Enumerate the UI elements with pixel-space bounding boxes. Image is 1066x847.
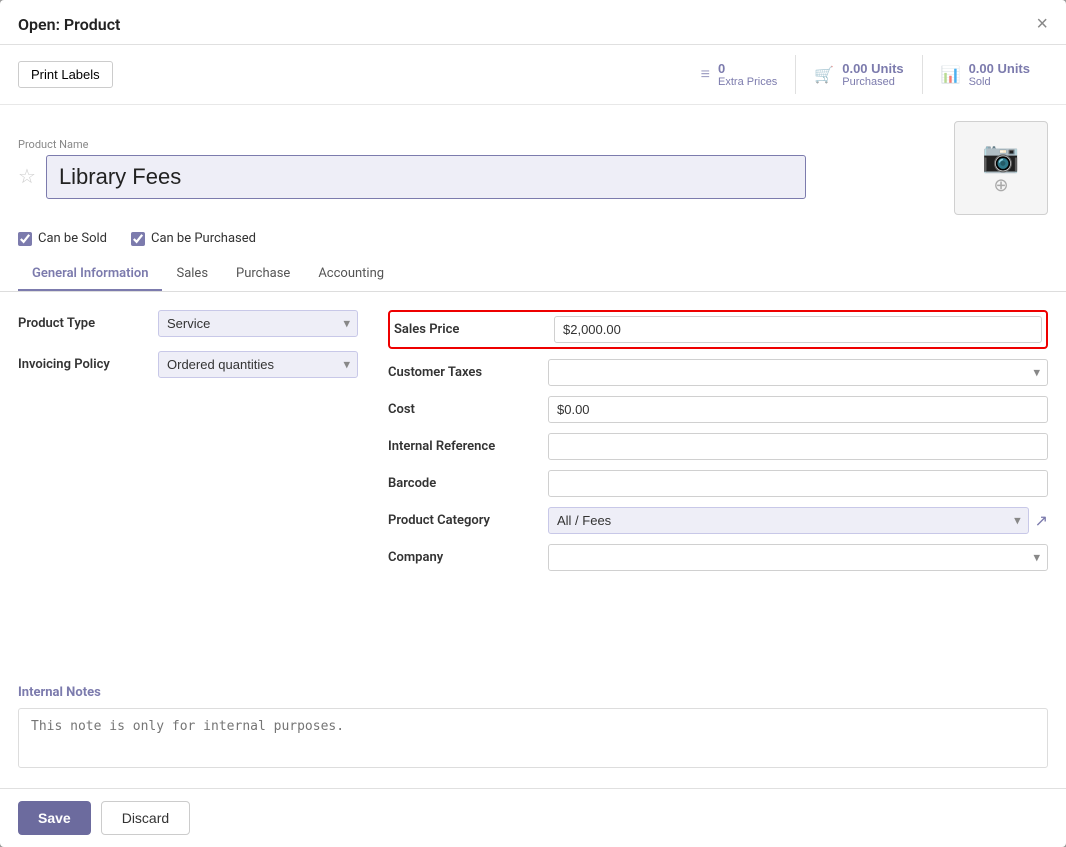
tab-sales[interactable]: Sales xyxy=(162,258,222,291)
add-photo-icon: ⊕ xyxy=(993,175,1008,196)
product-category-external-link[interactable]: ↗ xyxy=(1035,511,1048,530)
product-name-label: Product Name xyxy=(18,138,818,151)
can-be-sold-label: Can be Sold xyxy=(38,231,107,246)
modal-title: Open: Product xyxy=(18,15,120,34)
product-type-label: Product Type xyxy=(18,316,158,331)
tab-general-information[interactable]: General Information xyxy=(18,258,162,291)
can-be-sold-input[interactable] xyxy=(18,232,32,246)
cost-label: Cost xyxy=(388,402,548,417)
units-sold-label: Sold xyxy=(969,76,991,88)
close-button[interactable]: × xyxy=(1036,14,1048,34)
product-category-label: Product Category xyxy=(388,513,548,528)
tab-purchase[interactable]: Purchase xyxy=(222,258,304,291)
sales-price-label: Sales Price xyxy=(394,322,554,337)
tab-bar: General Information Sales Purchase Accou… xyxy=(0,258,1066,292)
invoicing-policy-label: Invoicing Policy xyxy=(18,357,158,372)
barcode-label: Barcode xyxy=(388,476,548,491)
list-icon: ≡ xyxy=(701,66,710,84)
units-sold-value: 0.00 Units xyxy=(969,61,1030,76)
product-category-select[interactable]: All / Fees xyxy=(548,507,1029,534)
can-be-purchased-label: Can be Purchased xyxy=(151,231,256,246)
purchase-icon: 🛒 xyxy=(814,65,834,85)
units-purchased-label: Purchased xyxy=(842,76,895,88)
product-type-select[interactable]: Service Consumable Storable Product xyxy=(158,310,358,337)
extra-prices-stat[interactable]: ≡ 0 Extra Prices xyxy=(683,55,796,94)
stat-buttons: ≡ 0 Extra Prices 🛒 0.00 Units Purchased … xyxy=(683,55,1048,94)
favorite-button[interactable]: ☆ xyxy=(18,164,36,189)
product-name-input[interactable] xyxy=(46,155,806,199)
photo-upload[interactable]: 📷 ⊕ xyxy=(954,121,1048,215)
can-be-sold-checkbox[interactable]: Can be Sold xyxy=(18,231,107,246)
extra-prices-value: 0 xyxy=(718,61,725,76)
extra-prices-label: Extra Prices xyxy=(718,76,777,88)
customer-taxes-select[interactable] xyxy=(548,359,1048,386)
cost-input[interactable] xyxy=(548,396,1048,423)
internal-notes-label: Internal Notes xyxy=(18,685,1048,700)
customer-taxes-label: Customer Taxes xyxy=(388,365,548,380)
tab-accounting[interactable]: Accounting xyxy=(304,258,398,291)
internal-notes-input[interactable] xyxy=(18,708,1048,768)
can-be-purchased-checkbox[interactable]: Can be Purchased xyxy=(131,231,256,246)
print-labels-button[interactable]: Print Labels xyxy=(18,61,113,88)
sales-price-input[interactable] xyxy=(554,316,1042,343)
save-button[interactable]: Save xyxy=(18,801,91,835)
can-be-purchased-input[interactable] xyxy=(131,232,145,246)
invoicing-policy-select[interactable]: Ordered quantities Delivered quantities xyxy=(158,351,358,378)
discard-button[interactable]: Discard xyxy=(101,801,190,835)
internal-reference-input[interactable] xyxy=(548,433,1048,460)
sold-icon: 📊 xyxy=(941,65,961,85)
units-sold-stat[interactable]: 📊 0.00 Units Sold xyxy=(922,55,1048,94)
units-purchased-stat[interactable]: 🛒 0.00 Units Purchased xyxy=(795,55,921,94)
camera-icon: 📷 xyxy=(982,140,1019,175)
barcode-input[interactable] xyxy=(548,470,1048,497)
company-label: Company xyxy=(388,550,548,565)
company-select[interactable] xyxy=(548,544,1048,571)
units-purchased-value: 0.00 Units xyxy=(842,61,903,76)
internal-reference-label: Internal Reference xyxy=(388,439,548,454)
